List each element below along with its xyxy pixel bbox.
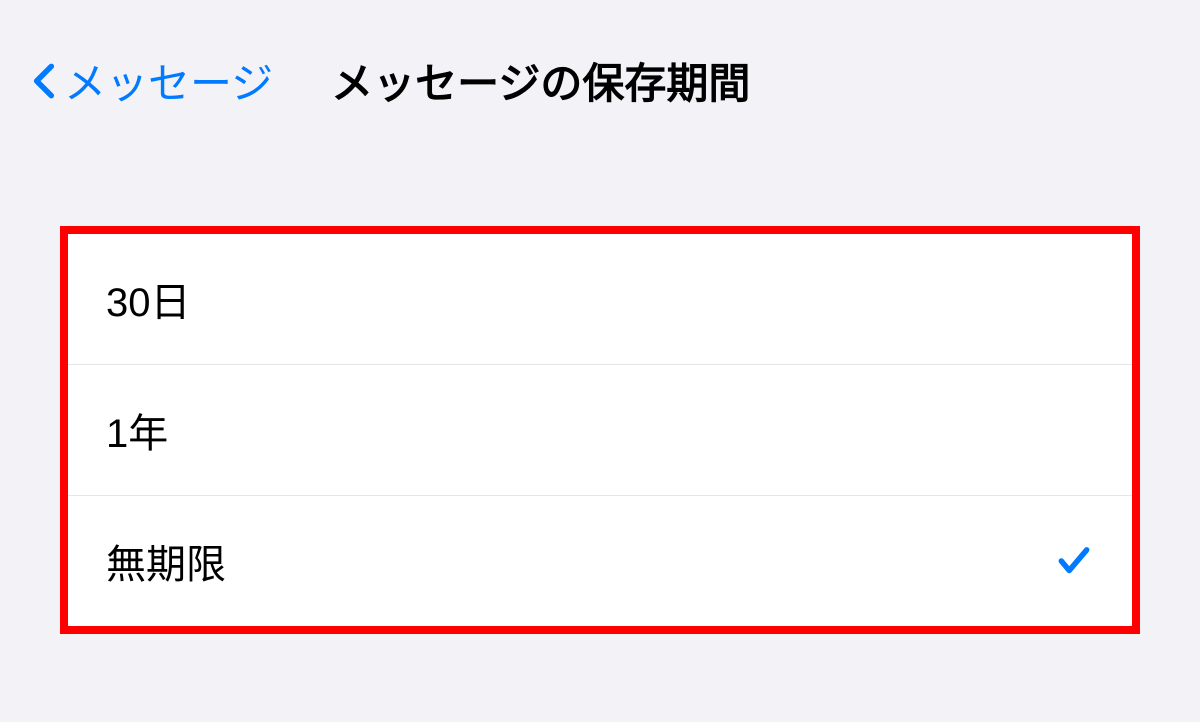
- back-label: メッセージ: [64, 50, 273, 111]
- nav-header: メッセージ メッセージの保存期間: [0, 0, 1200, 151]
- option-label: 無期限: [106, 532, 226, 590]
- chevron-left-icon: [30, 59, 58, 103]
- option-label: 30日: [106, 270, 191, 328]
- option-1year[interactable]: 1年: [68, 365, 1132, 496]
- option-30days[interactable]: 30日: [68, 234, 1132, 365]
- back-button[interactable]: メッセージ: [30, 50, 273, 111]
- page-title: メッセージの保存期間: [331, 50, 750, 111]
- option-forever[interactable]: 無期限: [68, 496, 1132, 626]
- check-icon: [1054, 541, 1094, 581]
- option-label: 1年: [106, 401, 168, 459]
- options-list: 30日 1年 無期限: [60, 226, 1140, 634]
